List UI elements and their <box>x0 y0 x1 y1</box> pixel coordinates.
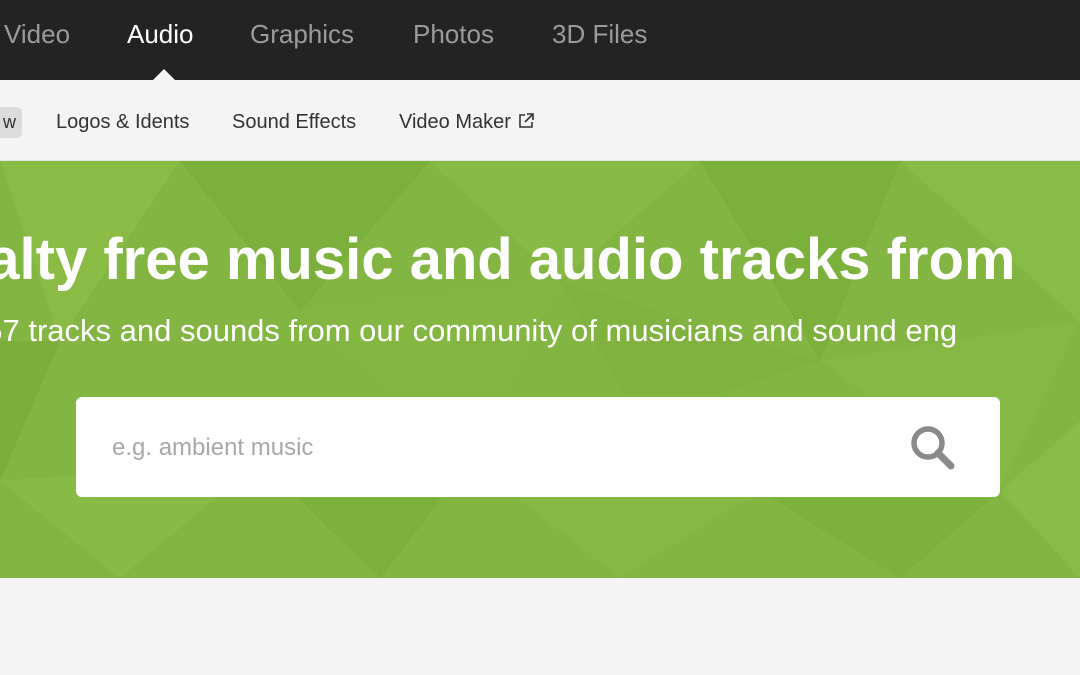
sub-navigation: w Logos & Idents Sound Effects Video Mak… <box>0 80 1080 161</box>
subnav-item-logos-idents[interactable]: Logos & Idents <box>56 110 189 134</box>
topnav-item-video[interactable]: Video <box>4 18 70 50</box>
active-tab-indicator <box>153 69 175 80</box>
hero-pattern-background <box>0 161 1080 578</box>
search-icon[interactable] <box>908 423 958 473</box>
topnav-item-audio[interactable]: Audio <box>127 18 194 50</box>
external-link-icon <box>519 113 534 128</box>
topnav-item-photos[interactable]: Photos <box>413 18 494 50</box>
top-navigation: Video Audio Graphics Photos 3D Files <box>0 0 1080 80</box>
subnav-item-sound-effects[interactable]: Sound Effects <box>232 110 356 134</box>
hero-headline: yalty free music and audio tracks from <box>0 227 1016 292</box>
search-input[interactable] <box>110 425 894 471</box>
topnav-item-graphics[interactable]: Graphics <box>250 18 354 50</box>
subnav-item-video-maker-label: Video Maker <box>399 111 511 133</box>
search-box <box>76 397 1000 497</box>
topnav-item-3d-files[interactable]: 3D Files <box>552 18 647 50</box>
subnav-item-overview[interactable]: w <box>0 107 22 138</box>
hero-subheadline: 357 tracks and sounds from our community… <box>0 313 958 348</box>
subnav-item-video-maker[interactable]: Video Maker <box>399 110 535 134</box>
hero-banner: yalty free music and audio tracks from 3… <box>0 161 1080 578</box>
